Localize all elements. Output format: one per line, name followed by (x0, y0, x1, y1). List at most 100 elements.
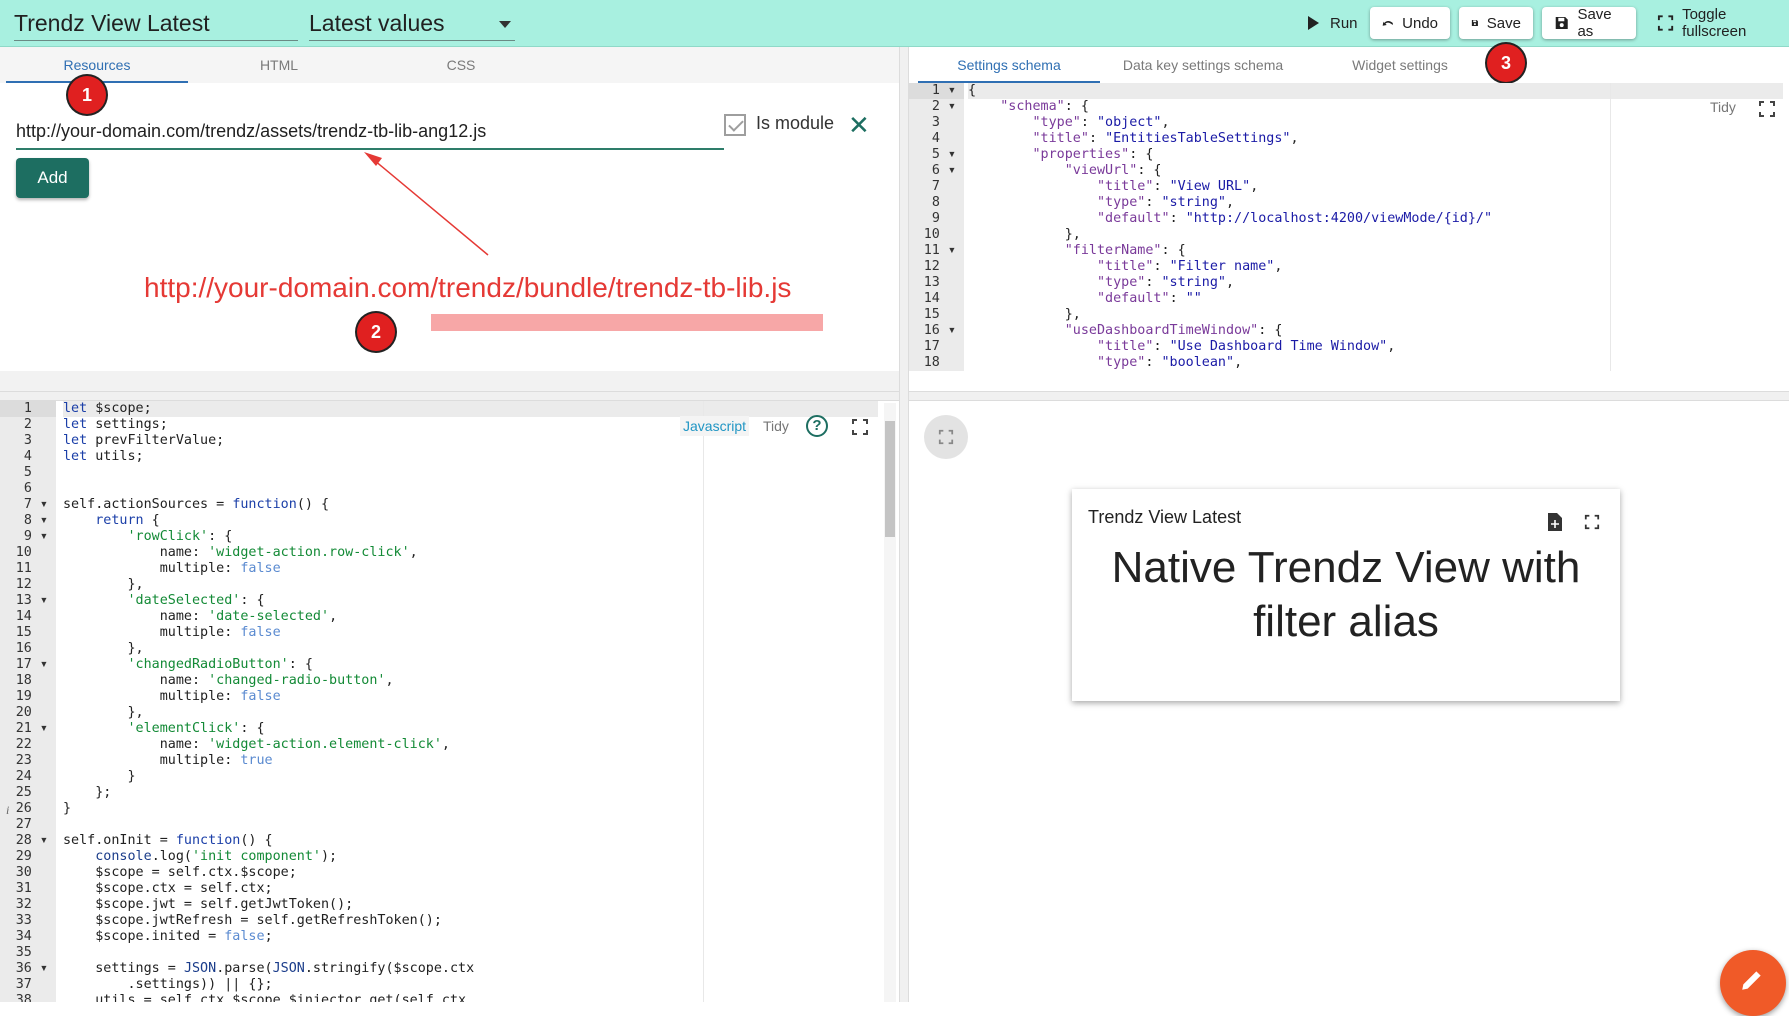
code-line: .settings)) || {}; (63, 977, 273, 992)
line-number: 10 (15, 545, 48, 560)
save-as-button[interactable]: Save as (1542, 6, 1636, 40)
line-number: 7 ▾ (23, 497, 48, 512)
js-tidy-button[interactable]: Tidy (763, 418, 789, 434)
line-number: 4 (23, 449, 48, 464)
is-module-checkbox[interactable] (724, 114, 746, 136)
code-line: multiple: true (63, 753, 273, 768)
undo-button[interactable]: Undo (1370, 7, 1450, 39)
code-line: let utils; (63, 449, 144, 464)
js-editor-code[interactable]: let $scope; let settings; let prevFilterVa… (63, 401, 878, 1002)
help-icon[interactable]: ? (806, 415, 828, 437)
save-button[interactable]: Save (1459, 7, 1533, 39)
run-button[interactable]: Run (1292, 7, 1370, 39)
tab-widget-settings[interactable]: Widget settings (1309, 47, 1491, 83)
code-line: }, (63, 641, 144, 656)
code-line: return { (95, 513, 160, 528)
widget-title-input[interactable]: Trendz View Latest (14, 8, 298, 41)
line-number: 20 (15, 705, 48, 720)
code-line: "properties": { (1032, 147, 1154, 162)
save-as-label: Save as (1577, 6, 1612, 40)
code-line: "type": "string", (1097, 275, 1235, 290)
code-line: }, (968, 307, 1081, 322)
code-line: multiple: false (63, 625, 281, 640)
code-line: "type": "string", (1097, 195, 1235, 210)
code-line: "default": "http://localhost:4200/viewMo… (1097, 211, 1493, 226)
horizontal-splitter-right[interactable] (909, 391, 1789, 401)
schema-editor-code[interactable]: { "schema": { "type": "object", "title":… (968, 83, 1783, 371)
code-line: utils = self.ctx.$scope.$injector.get(se… (63, 993, 467, 1002)
code-line: 'dateSelected': { (127, 593, 265, 608)
add-resource-button[interactable]: Add (16, 158, 89, 198)
undo-label: Undo (1402, 14, 1438, 32)
line-number: 5 ▾ (931, 147, 956, 162)
js-editor-scrollbar[interactable] (884, 403, 896, 1002)
export-file-icon[interactable] (1546, 512, 1564, 532)
horizontal-splitter-left[interactable] (0, 391, 899, 401)
line-number: 9 ▾ (23, 529, 48, 544)
code-line: name: 'date-selected', (63, 609, 338, 624)
annotation-highlight-bar (431, 314, 823, 331)
preview-fullscreen-button[interactable] (924, 415, 968, 459)
resource-url-input[interactable]: http://your-domain.com/trendz/assets/tre… (16, 114, 724, 150)
js-fullscreen-icon[interactable] (851, 418, 869, 436)
line-number: 1 (0, 401, 56, 417)
save-label: Save (1486, 14, 1521, 32)
line-number: 22 (15, 737, 48, 752)
scrollbar-thumb[interactable] (885, 421, 895, 537)
remove-resource-icon[interactable]: ✕ (848, 112, 870, 138)
line-number: 19 (15, 689, 48, 704)
line-number: 31 (15, 881, 48, 896)
resources-footer (0, 371, 899, 391)
line-number: 30 (15, 865, 48, 880)
code-line: } (63, 769, 136, 784)
code-line: $scope.inited = false; (63, 929, 273, 944)
line-number: 37 (15, 977, 48, 992)
line-number: 33 (15, 913, 48, 928)
line-number: 36 ▾ (15, 961, 48, 976)
line-number: 6 (23, 481, 48, 496)
annotation-correct-url: http://your-domain.com/trendz/bundle/tre… (144, 272, 792, 303)
line-number: 18 (923, 355, 956, 370)
code-line: } (63, 801, 72, 816)
toggle-fullscreen-button[interactable]: Toggle fullscreen (1645, 6, 1789, 40)
widget-preview-text: Native Trendz View with filter alias (1111, 543, 1581, 646)
widget-preview-card: Trendz View Latest Native Trendz View wi… (1072, 489, 1620, 701)
code-line: "title": "View URL", (1097, 179, 1259, 194)
tab-html[interactable]: HTML (188, 47, 370, 83)
line-number: 17 (923, 339, 956, 354)
code-line: "title": "EntitiesTableSettings", (1032, 131, 1299, 146)
line-number: 4 (931, 131, 956, 146)
line-number: 38 (15, 993, 48, 1002)
edit-fab-button[interactable] (1720, 950, 1786, 1016)
code-line: { (968, 83, 1783, 99)
code-line: "title": "Use Dashboard Time Window", (1097, 339, 1396, 354)
code-line: settings = JSON.parse(JSON.stringify($sc… (63, 961, 475, 976)
tab-data-key-settings-schema[interactable]: Data key settings schema (1109, 47, 1297, 83)
settings-schema-editor[interactable]: 1 ▾ 2 ▾ 3 4 5 ▾ 6 ▾ 7 8 9 10 11 ▾ 12 13 14 15… (909, 83, 1789, 371)
is-module-label: Is module (756, 113, 835, 133)
schema-fullscreen-icon[interactable] (1758, 100, 1776, 118)
code-line: }, (63, 577, 144, 592)
schema-tidy-button[interactable]: Tidy (1710, 99, 1736, 115)
widget-type-value: Latest values (309, 10, 445, 36)
play-icon (1308, 16, 1319, 30)
js-editor-gutter: 1 2 3 4 5 6 7 ▾ 8 ▾ 9 ▾ 10 11 12 13 ▾ 14 15 … (0, 401, 56, 1002)
code-line: }, (968, 227, 1081, 242)
line-number: 32 (15, 897, 48, 912)
line-number: 24 (15, 769, 48, 784)
tab-resources[interactable]: Resources (6, 47, 188, 83)
widget-type-select[interactable]: Latest values (309, 8, 515, 41)
line-number: 14 (15, 609, 48, 624)
tab-css[interactable]: CSS (370, 47, 552, 83)
javascript-editor[interactable]: 1 2 3 4 5 6 7 ▾ 8 ▾ 9 ▾ 10 11 12 13 ▾ 14 15 … (0, 401, 884, 1002)
fullscreen-icon[interactable] (1584, 514, 1600, 530)
code-line: $scope.jwtRefresh = self.getRefreshToken… (63, 913, 442, 928)
vertical-splitter[interactable] (899, 47, 909, 1002)
code-line: let $scope; (63, 401, 878, 417)
info-annotation-icon: i (6, 803, 10, 817)
tab-settings-schema[interactable]: Settings schema (918, 47, 1100, 83)
code-line: 'rowClick': { (127, 529, 233, 544)
line-number: 7 (931, 179, 956, 194)
